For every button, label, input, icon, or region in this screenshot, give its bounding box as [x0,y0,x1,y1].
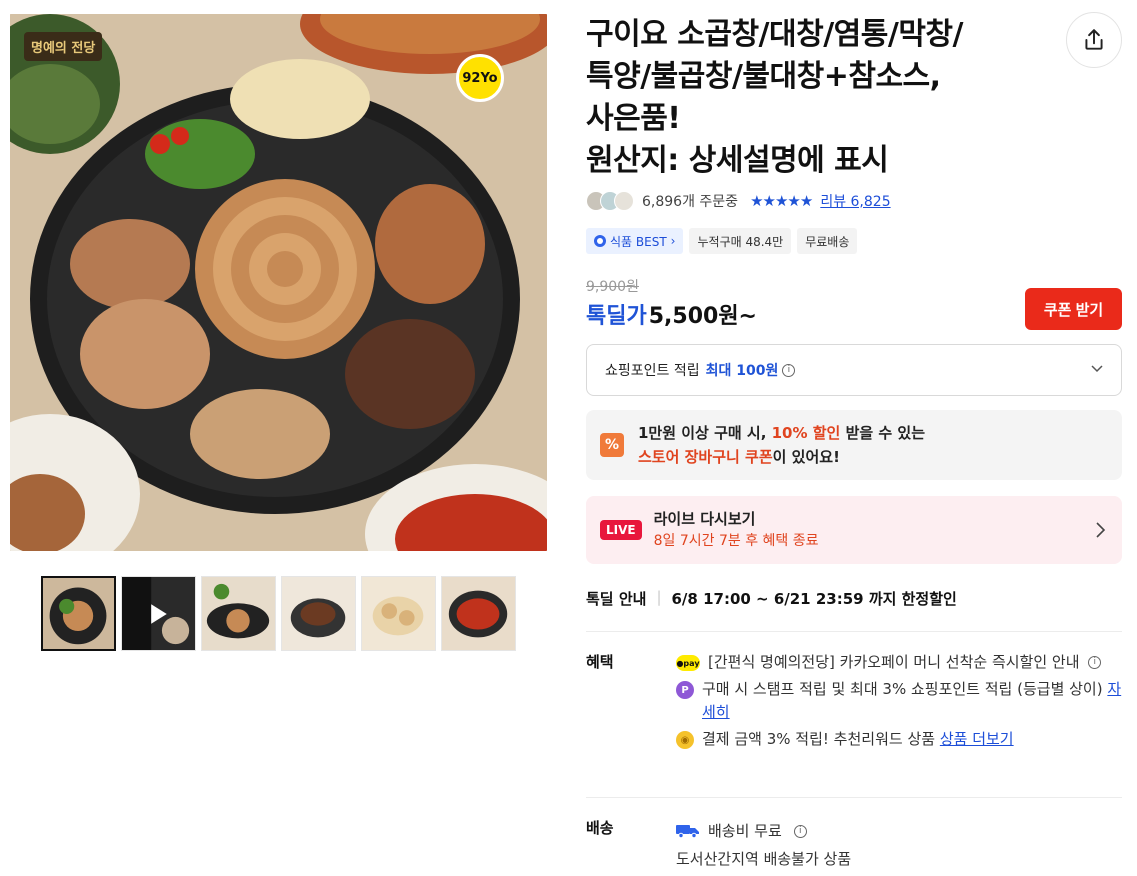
thumbnail-5[interactable] [361,576,436,651]
point-icon: P [676,681,694,699]
thumbnail-strip [41,576,516,651]
benefit-stamp: P 구매 시 스탬프 적립 및 최대 3% 쇼핑포인트 적립 (등급별 상이) … [676,678,1122,724]
chevron-down-icon [1091,365,1103,373]
review-count-link[interactable]: 리뷰 6,825 [820,191,890,211]
thumbnail-1[interactable] [41,576,116,651]
share-icon [1085,29,1103,50]
get-coupon-button[interactable]: 쿠폰 받기 [1025,288,1122,330]
info-icon[interactable]: i [782,363,796,377]
benefit-reward: ◉ 결제 금액 3% 적립! 추천리워드 상품 상품 더보기 [676,728,1122,751]
badge-row: 식품 BEST › 누적구매 48.4만 무료배송 [586,228,858,254]
free-shipping-badge: 무료배송 [797,228,858,254]
original-price: 9,900원 [586,279,639,295]
sale-price: 5,500원~ [648,304,757,329]
chevron-right-icon: › [670,234,676,248]
sale-price-row: 톡딜가 5,500원~ [586,298,757,330]
coin-icon: ◉ [676,731,694,749]
truck-icon [676,825,699,838]
thumbnail-3[interactable] [201,576,276,651]
cumulative-purchase-badge: 누적구매 48.4만 [689,228,792,254]
thumbnail-6[interactable] [441,576,516,651]
deal-label: 톡딜 안내 [586,590,647,608]
deal-info-row: 톡딜 안내 | 6/8 17:00 ~ 6/21 23:59 까지 한정할인 [586,588,957,609]
shipping-info: 배송비 무료 i 도서산간지역 배송불가 상품 [676,817,851,873]
order-count: 6,896개 주문중 [642,194,739,210]
product-main-image[interactable]: 명예의 전당 92Yo [10,14,547,551]
brand-logo: 92Yo [456,54,504,102]
divider [586,631,1122,632]
shipping-fee: 배송비 무료 [708,822,782,840]
percent-icon: % [600,433,624,457]
points-max: 최대 100원 [705,363,779,379]
more-products-link[interactable]: 상품 더보기 [940,730,1014,748]
divider: | [656,588,662,606]
shopping-points-dropdown[interactable]: 쇼핑포인트 적립 최대 100원 i [586,344,1122,396]
info-icon[interactable]: i [793,824,807,838]
hall-of-fame-badge: 명예의 전당 [24,32,103,61]
thumbnail-4[interactable] [281,576,356,651]
live-title: 라이브 다시보기 [653,510,756,528]
benefits-label: 혜택 [586,653,614,671]
best-icon [594,235,606,247]
buyer-avatars [586,191,634,211]
benefits-list: ●pay [간편식 명예의전당] 카카오페이 머니 선착순 즉시할인 안내 i … [676,651,1122,755]
product-title: 구이요 소곱창/대창/염통/막창/ 특양/불곱창/불대창+참소스, 사은품! 원… [586,17,963,178]
live-replay-banner[interactable]: LIVE 라이브 다시보기 8일 7시간 7분 후 혜택 종료 [586,496,1122,564]
chevron-right-icon [1096,522,1106,538]
shipping-label: 배송 [586,819,614,837]
sale-label: 톡딜가 [586,304,647,329]
rating-stars-icon: ★★★★★ [750,192,813,210]
deal-period: 6/8 17:00 ~ 6/21 23:59 까지 한정할인 [671,590,957,608]
kakaopay-icon: ●pay [676,655,700,671]
thumbnail-2-video[interactable] [121,576,196,651]
live-countdown: 8일 7시간 7분 후 혜택 종료 [653,533,819,549]
shipping-note: 도서산간지역 배송불가 상품 [676,850,852,868]
divider [586,797,1122,798]
share-button[interactable] [1066,12,1122,68]
benefit-kakaopay: ●pay [간편식 명예의전당] 카카오페이 머니 선착순 즉시할인 안내 i [676,651,1122,674]
food-best-badge[interactable]: 식품 BEST › [586,228,684,254]
info-icon[interactable]: i [1088,656,1102,669]
points-label: 쇼핑포인트 적립 [605,363,700,379]
live-tag: LIVE [600,520,642,540]
order-review-row: 6,896개 주문중 ★★★★★ 리뷰 6,825 [586,188,891,214]
store-coupon-banner: % 1만원 이상 구매 시, 10% 할인 받을 수 있는 스토어 장바구니 쿠… [586,410,1122,480]
